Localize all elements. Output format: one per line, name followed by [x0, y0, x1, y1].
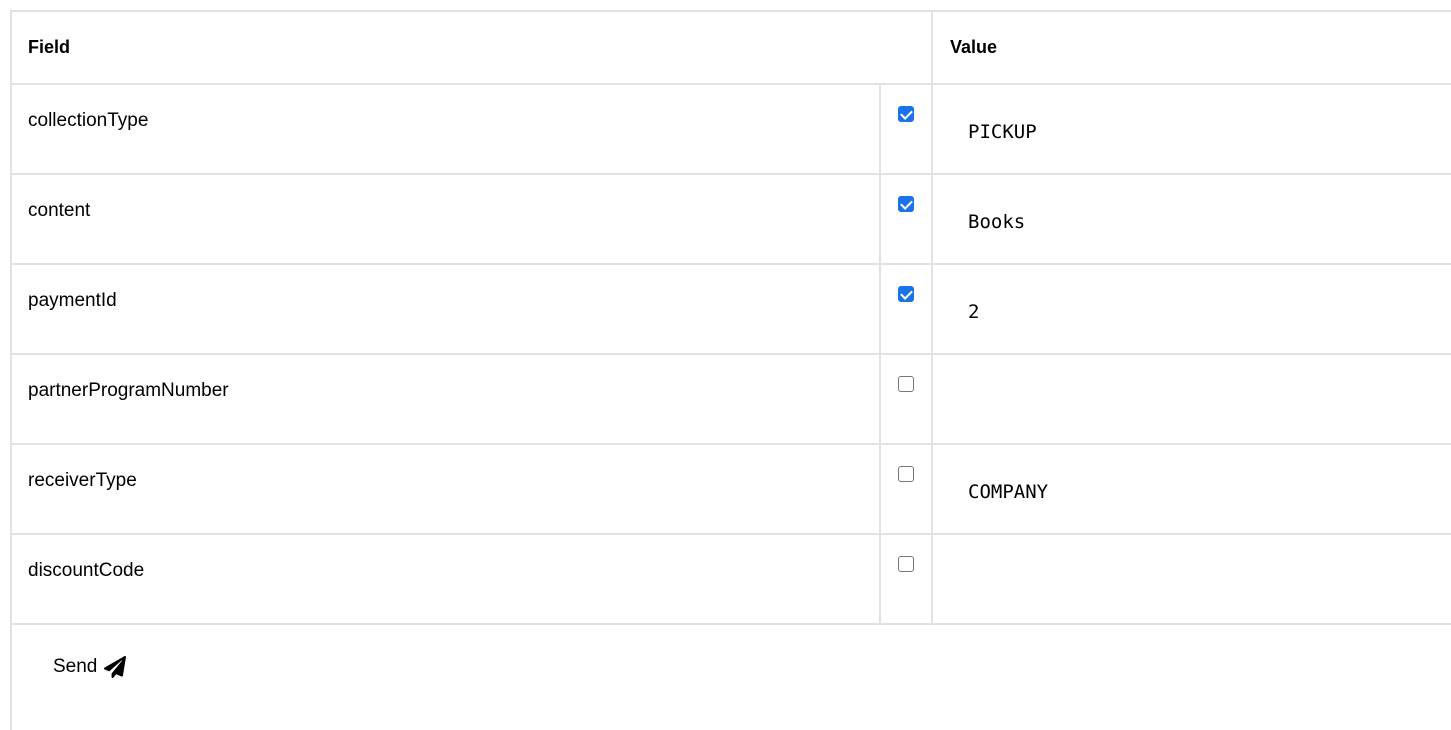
field-name: collectionType	[12, 84, 880, 175]
request-form: Field Value collectionType PICKUP conten…	[10, 10, 1451, 730]
field-checkbox-cell	[878, 354, 933, 445]
field-value[interactable]	[931, 534, 1451, 625]
field-enabled-checkbox[interactable]	[898, 196, 914, 212]
table-row: content Books	[12, 174, 1451, 265]
field-enabled-checkbox[interactable]	[898, 106, 914, 122]
field-value[interactable]: PICKUP	[931, 84, 1451, 175]
field-enabled-checkbox[interactable]	[898, 376, 914, 392]
field-name: paymentId	[12, 264, 880, 355]
field-checkbox-cell	[878, 174, 933, 265]
table-row: discountCode	[12, 534, 1451, 625]
field-name: discountCode	[12, 534, 880, 625]
paper-plane-icon	[104, 655, 127, 679]
field-checkbox-cell	[878, 444, 933, 535]
table-header-row: Field Value	[12, 12, 1451, 85]
field-value[interactable]	[931, 354, 1451, 445]
table-row: collectionType PICKUP	[12, 84, 1451, 175]
field-value[interactable]: 2	[931, 264, 1451, 355]
field-enabled-checkbox[interactable]	[898, 466, 914, 482]
send-button[interactable]: Send	[53, 655, 127, 679]
field-checkbox-cell	[878, 84, 933, 175]
field-checkbox-cell	[878, 264, 933, 355]
table-row: receiverType COMPANY	[12, 444, 1451, 535]
field-name: content	[12, 174, 880, 265]
field-name: partnerProgramNumber	[12, 354, 880, 445]
column-header-value: Value	[931, 12, 1451, 85]
field-name: receiverType	[12, 444, 880, 535]
field-enabled-checkbox[interactable]	[898, 556, 914, 572]
field-enabled-checkbox[interactable]	[898, 286, 914, 302]
field-checkbox-cell	[878, 534, 933, 625]
table-row: partnerProgramNumber	[12, 354, 1451, 445]
field-value[interactable]: Books	[931, 174, 1451, 265]
fields-table: Field Value collectionType PICKUP conten…	[12, 12, 1451, 625]
table-row: paymentId 2	[12, 264, 1451, 355]
column-header-field: Field	[12, 12, 933, 85]
send-button-label: Send	[53, 656, 98, 677]
field-value[interactable]: COMPANY	[931, 444, 1451, 535]
